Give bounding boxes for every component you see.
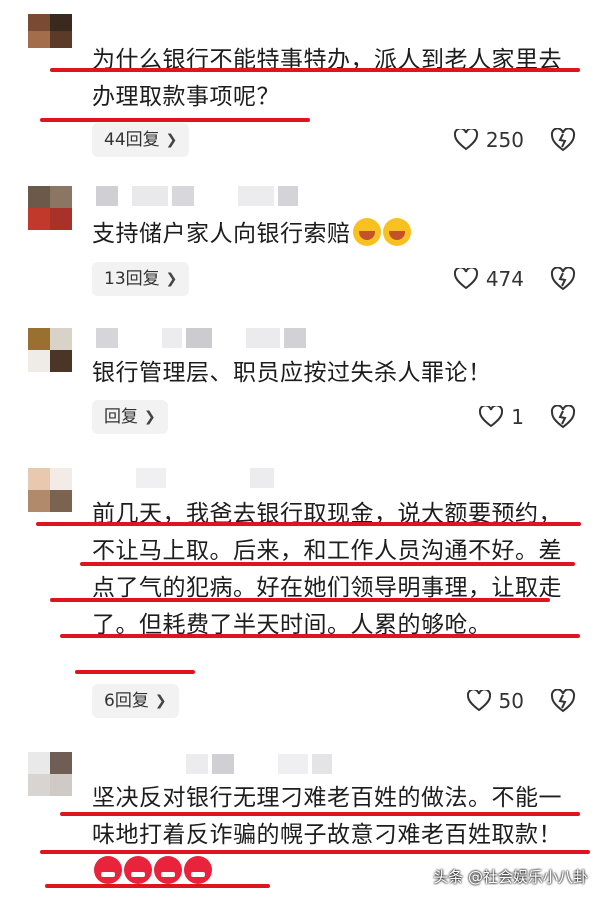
highlight-underline [36, 522, 581, 526]
highlight-underline [75, 670, 195, 674]
like-button[interactable]: 250 [453, 123, 524, 157]
username-blurred [96, 186, 298, 206]
like-button[interactable]: 474 [453, 262, 524, 296]
replies-label: 44回复 [104, 130, 160, 150]
highlight-underline [60, 812, 580, 816]
broken-heart-icon [550, 128, 576, 152]
like-count: 50 [498, 689, 524, 713]
like-count: 250 [485, 128, 524, 152]
chevron-right-icon: ❯ [165, 132, 178, 148]
highlight-underline [40, 850, 590, 854]
like-count: 474 [485, 267, 524, 291]
comment-text: 支持储户家人向银行索赔 [92, 216, 582, 253]
angry-emoji-icon [124, 856, 152, 884]
broken-heart-icon [550, 689, 576, 713]
like-count: 1 [511, 405, 524, 429]
heart-outline-icon [479, 406, 504, 428]
highlight-underline [50, 598, 550, 602]
replies-button[interactable]: 6回复 ❯ [92, 684, 179, 718]
comment-text: 银行管理层、职员应按过失杀人罪论！ [92, 360, 492, 386]
broken-heart-icon [550, 267, 576, 291]
replies-label: 13回复 [104, 269, 160, 289]
laughing-emoji-icon [382, 218, 411, 246]
avatar[interactable] [28, 328, 72, 372]
heart-outline-icon [453, 129, 478, 151]
replies-button[interactable]: 13回复 ❯ [92, 262, 190, 296]
broken-heart-icon [550, 405, 576, 429]
dislike-button[interactable] [550, 400, 576, 434]
replies-button[interactable]: 44回复 ❯ [92, 123, 190, 157]
angry-emoji-icon [94, 856, 122, 884]
highlight-underline [45, 884, 270, 888]
heart-outline-icon [466, 690, 491, 712]
avatar[interactable] [28, 186, 72, 230]
like-button[interactable]: 1 [479, 400, 524, 434]
highlight-underline [50, 68, 580, 72]
avatar[interactable] [28, 468, 72, 512]
replies-button[interactable]: 回复 ❯ [92, 400, 168, 434]
replies-label: 回复 [104, 407, 138, 427]
highlight-underline [60, 634, 580, 638]
chevron-right-icon: ❯ [165, 271, 178, 287]
avatar[interactable] [28, 14, 72, 48]
dislike-button[interactable] [550, 123, 576, 157]
heart-outline-icon [453, 268, 478, 290]
replies-label: 6回复 [104, 691, 149, 711]
username-blurred [96, 328, 306, 348]
username-blurred [96, 468, 274, 488]
laughing-emoji-icon [352, 218, 381, 246]
chevron-right-icon: ❯ [144, 409, 156, 425]
dislike-button[interactable] [550, 684, 576, 718]
dislike-button[interactable] [550, 262, 576, 296]
angry-emoji-icon [184, 856, 212, 884]
username-blurred [96, 754, 332, 774]
avatar[interactable] [28, 752, 72, 796]
comment-text: 前几天，我爸去银行取现金，说大额要预约，不让马上取。后来，和工作人员沟通不好。差… [92, 501, 562, 638]
comment-text: 为什么银行不能特事特办，派人到老人家里去办理取款事项呢？ [92, 47, 562, 110]
like-button[interactable]: 50 [466, 684, 524, 718]
highlight-underline [80, 562, 575, 566]
angry-emoji-icon [154, 856, 182, 884]
watermark: 头条 @社会娱乐小八卦 [433, 868, 588, 886]
highlight-underline [40, 118, 310, 122]
chevron-right-icon: ❯ [154, 693, 167, 709]
